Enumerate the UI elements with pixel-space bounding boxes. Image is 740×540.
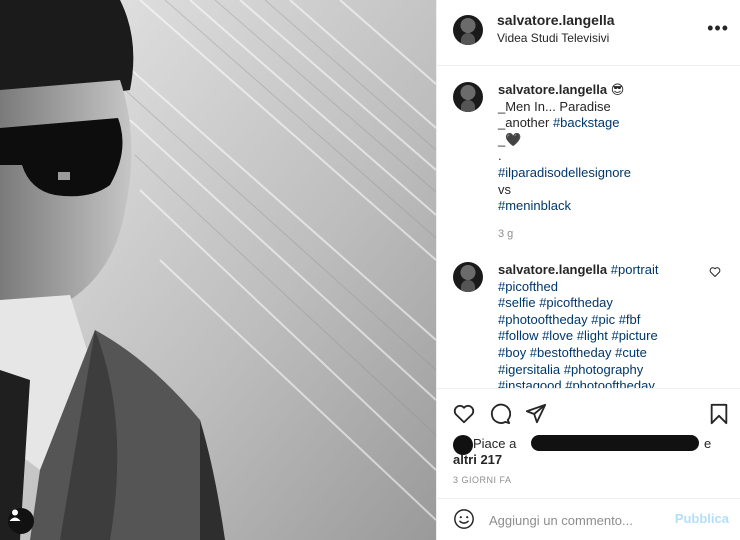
heart-icon[interactable] (453, 403, 475, 425)
publish-button[interactable]: Pubblica (675, 511, 729, 526)
caption-line: vs (498, 181, 511, 197)
photo-illustration (0, 0, 436, 540)
hashtag-link[interactable]: #ilparadisodellesignore (498, 165, 708, 182)
caption-timestamp[interactable]: 3 g (498, 228, 513, 240)
hashtag-link[interactable]: #photooftheday #pic #fbf (498, 312, 708, 329)
caption: salvatore.langella 😎 _Men In... Paradise… (453, 82, 725, 242)
comment-username[interactable]: salvatore.langella (498, 262, 607, 277)
caption-line: _🖤 (498, 131, 522, 147)
hashtag-link[interactable]: #instagood #photooftheday (498, 378, 708, 388)
add-comment-bar: Pubblica (437, 498, 740, 540)
person-icon (9, 509, 21, 521)
sunglasses-emoji: 😎 (610, 82, 625, 97)
post-photo[interactable] (0, 0, 436, 540)
hashtag-link[interactable]: #portrait (611, 262, 659, 277)
avatar[interactable] (453, 262, 483, 292)
hashtag-link[interactable]: #picofthed (498, 279, 708, 296)
instagram-post: salvatore.langella Videa Studi Televisiv… (0, 0, 740, 540)
tagged-user-icon[interactable] (8, 508, 34, 534)
hashtag-link[interactable]: #boy #bestoftheday #cute (498, 345, 708, 362)
post-header: salvatore.langella Videa Studi Televisiv… (437, 0, 740, 66)
comment-input[interactable] (487, 507, 671, 533)
location-link[interactable]: Videa Studi Televisivi (497, 31, 609, 45)
caption-line: _another (498, 115, 553, 131)
likes-suffix: e (704, 436, 712, 451)
comment-item: salvatore.langella #portrait #picofthed … (453, 262, 725, 388)
caption-text: salvatore.langella 😎 _Men In... Paradise… (498, 82, 708, 215)
comments-list[interactable]: salvatore.langella 😎 _Men In... Paradise… (437, 66, 740, 388)
post-sidebar: salvatore.langella Videa Studi Televisiv… (436, 0, 740, 540)
hashtag-link[interactable]: #igersitalia #photography (498, 362, 708, 379)
caption-username[interactable]: salvatore.langella (498, 82, 607, 97)
comment-icon[interactable] (489, 403, 511, 425)
comment-text: salvatore.langella #portrait #picofthed … (498, 262, 708, 388)
bookmark-icon[interactable] (709, 403, 729, 425)
likes-prefix: Piace a (473, 436, 517, 451)
avatar[interactable] (453, 15, 483, 45)
hashtag-link[interactable]: #backstage (553, 115, 620, 130)
caption-line: . (498, 148, 502, 164)
share-icon[interactable] (525, 403, 547, 425)
header-username[interactable]: salvatore.langella (497, 12, 615, 28)
like-comment-icon[interactable] (709, 266, 721, 278)
hashtag-link[interactable]: #meninblack (498, 198, 708, 215)
post-date[interactable]: 3 GIORNI FA (453, 475, 512, 485)
caption-line: _Men In... Paradise (498, 98, 611, 114)
likes-count-link[interactable]: altri 217 (453, 451, 502, 468)
avatar[interactable] (453, 82, 483, 112)
more-options-button[interactable]: ••• (707, 18, 729, 39)
hashtag-link[interactable]: #follow #love #light #picture (498, 328, 708, 345)
hashtag-link[interactable]: #selfie #picoftheday (498, 295, 708, 312)
emoji-icon[interactable] (453, 508, 475, 530)
liker-name-redacted (531, 435, 699, 451)
